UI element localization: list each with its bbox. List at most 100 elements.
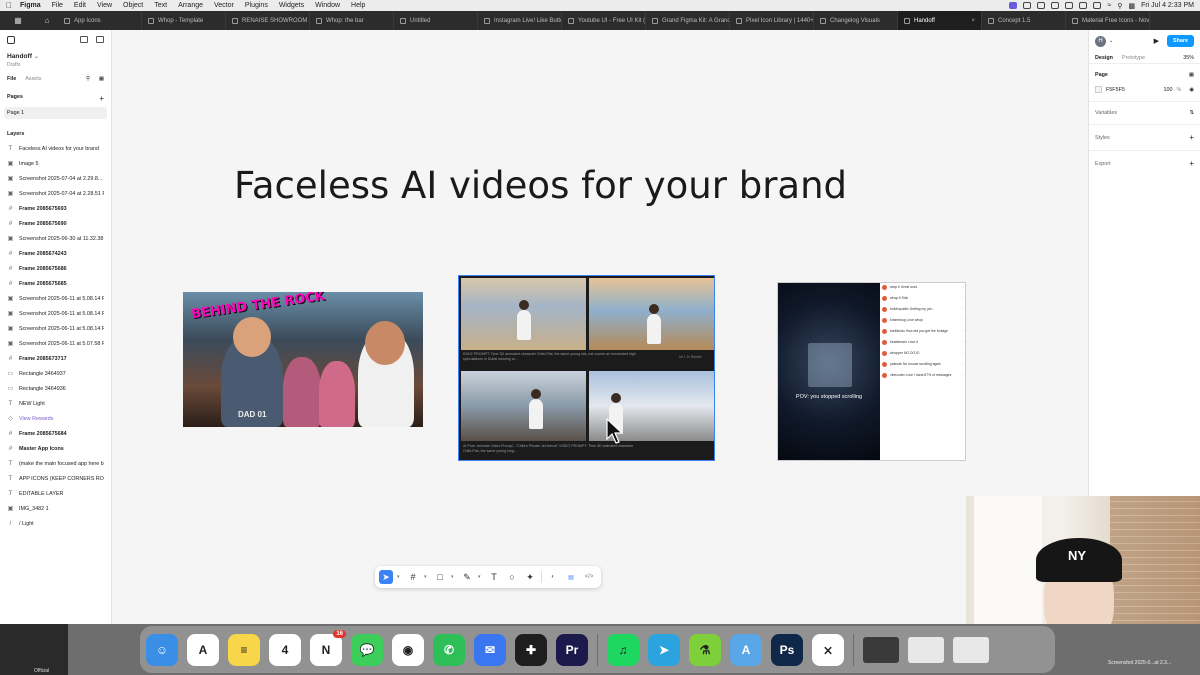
layer-row[interactable]: ▣ Screenshot 2025-07-04 at 2.29.8... xyxy=(7,171,104,186)
wifi-icon[interactable]: ≈ xyxy=(1107,2,1111,9)
dock-calendar-icon[interactable]: 4 xyxy=(269,633,301,666)
menu-object[interactable]: Object xyxy=(123,2,143,9)
menu-widgets[interactable]: Widgets xyxy=(279,2,304,9)
layer-row[interactable]: ◇ View Rewards xyxy=(7,411,104,426)
add-export-icon[interactable]: + xyxy=(1189,159,1194,168)
tab-app-icons[interactable]: App Icons xyxy=(58,11,142,30)
status-app-icon[interactable] xyxy=(1065,2,1074,9)
present-play-icon[interactable]: ▶ xyxy=(1154,37,1159,45)
layer-row[interactable]: ▣ Screenshot 2025-07-04 at 2.28.51 PM xyxy=(7,186,104,201)
avatar[interactable]: H xyxy=(1095,35,1106,47)
menu-window[interactable]: Window xyxy=(315,2,340,9)
layer-row[interactable]: ▣ Screenshot 2025-06-11 at 5.08.14 PM xyxy=(7,306,104,321)
eye-icon[interactable]: ◉ xyxy=(1189,87,1194,93)
tab-whop-the-bar[interactable]: Whop: the bar xyxy=(310,11,394,30)
design-mode-icon[interactable]: ▤ xyxy=(564,570,578,584)
apple-icon[interactable]:  xyxy=(6,1,12,10)
layer-row[interactable]: ▭ Rectangle 3464936 xyxy=(7,381,104,396)
menu-edit[interactable]: Edit xyxy=(74,2,86,9)
page-color-value[interactable]: F5F5F5 xyxy=(1106,87,1125,93)
tool-dropdown-caret-icon[interactable]: ▾ xyxy=(478,574,483,580)
layer-row[interactable]: T NEW Light xyxy=(7,396,104,411)
search-layers-icon[interactable]: ⚲ xyxy=(86,76,90,82)
menu-app-name[interactable]: Figma xyxy=(20,2,41,9)
tab-pixel-icon-library-1440-ic[interactable]: Pixel Icon Library | 1440+ Ic xyxy=(730,11,814,30)
notion-status-icon[interactable] xyxy=(1079,2,1088,9)
menu-help[interactable]: Help xyxy=(351,2,365,9)
tab-renaise-showroom-bra[interactable]: RENAISE SHOWROOM / BRA xyxy=(226,11,310,30)
dock-maps-icon[interactable]: A xyxy=(730,633,762,666)
main-menu-icon[interactable] xyxy=(7,36,15,44)
dock-notion-icon[interactable]: N 16 xyxy=(310,629,346,666)
tab-grand-figma-kit-a-grand-th[interactable]: Grand Figma Kit: A Grand Th xyxy=(646,11,730,30)
layer-row[interactable]: # Master App Icons xyxy=(7,441,104,456)
actions-tool-icon[interactable]: ✦ xyxy=(523,570,537,584)
chevron-down-icon[interactable]: ⌄ xyxy=(1109,38,1113,44)
menu-view[interactable]: View xyxy=(97,2,112,9)
layer-row[interactable]: ▣ Screenshot 2025-06-11 at 5.07.58 PM xyxy=(7,336,104,351)
video-cell[interactable] xyxy=(461,278,586,350)
layer-row[interactable]: # Frame 2085675686 xyxy=(7,261,104,276)
layer-row[interactable]: ▭ Rectangle 3464937 xyxy=(7,366,104,381)
dock-premiere-icon[interactable]: Pr xyxy=(556,633,588,666)
layer-row[interactable]: # Frame 2085674243 xyxy=(7,246,104,261)
close-tab-icon[interactable]: × xyxy=(971,18,975,24)
pen-tool-icon[interactable]: ✎ xyxy=(460,570,474,584)
screen-record-icon[interactable] xyxy=(1009,2,1018,9)
add-style-icon[interactable]: + xyxy=(1189,133,1194,142)
variables-settings-icon[interactable]: ⇅ xyxy=(1189,110,1194,116)
canvas-headline[interactable]: Faceless AI videos for your brand xyxy=(234,164,847,207)
page-item-page-1[interactable]: Page 1 xyxy=(4,107,107,119)
dock-chrome-icon[interactable]: ◉ xyxy=(392,633,424,666)
draw-mode-icon[interactable]: ◐ xyxy=(546,570,560,584)
shape-tool-icon[interactable]: □ xyxy=(433,570,447,584)
menu-file[interactable]: File xyxy=(52,2,63,9)
layer-row[interactable]: # Frame 2085673717 xyxy=(7,351,104,366)
tab-file[interactable]: File xyxy=(7,76,16,82)
video-cell[interactable] xyxy=(461,371,586,441)
menu-arrange[interactable]: Arrange xyxy=(178,2,203,9)
figma-menu-icon[interactable]: ▦ xyxy=(0,11,36,30)
tab-assets[interactable]: Assets xyxy=(25,76,41,82)
tab-handoff[interactable]: Handoff × xyxy=(898,11,982,30)
layer-row[interactable]: ▣ Screenshot 2025-06-30 at 11.32.38 PM xyxy=(7,231,104,246)
menu-clock[interactable]: Fri Jul 4 2:33 PM xyxy=(1141,2,1194,9)
layer-row[interactable]: # Frame 2085675693 xyxy=(7,201,104,216)
dev-mode-icon[interactable]: </> xyxy=(582,570,596,584)
layer-row[interactable]: ▣ IMG_3482 1 xyxy=(7,501,104,516)
control-center-icon[interactable]: ▩ xyxy=(1128,2,1135,10)
video-cell[interactable] xyxy=(589,278,714,350)
dock-spotify-icon[interactable]: ♫ xyxy=(607,633,639,666)
dock-figma-icon[interactable]: ✚ xyxy=(515,633,547,666)
file-location[interactable]: Drafts xyxy=(7,62,104,68)
dock-minimized-window[interactable] xyxy=(863,636,899,663)
sidebar-toggle-icon[interactable] xyxy=(96,36,104,43)
tool-dropdown-caret-icon[interactable]: ▾ xyxy=(424,574,429,580)
dock-messages-icon[interactable]: 💬 xyxy=(351,633,383,666)
tab-whop-template[interactable]: Whop - Template xyxy=(142,11,226,30)
dock-whatsapp-icon[interactable]: ✆ xyxy=(433,633,465,666)
file-name[interactable]: Handoff ⌄ xyxy=(7,52,104,60)
menu-text[interactable]: Text xyxy=(154,2,167,9)
dock-minimized-window[interactable] xyxy=(908,636,944,663)
dock-notes-icon[interactable]: ≡ xyxy=(228,633,260,666)
layer-row[interactable]: T APP ICONS (KEEP CORNERS ROUNDE xyxy=(7,471,104,486)
layer-row[interactable]: ▣ Screenshot 2025-06-11 at 5.08.14 PM xyxy=(7,321,104,336)
tab-design[interactable]: Design xyxy=(1095,55,1113,61)
pov-comments-thumbnail[interactable]: POV: you stopped scrolling wtop.fi Great… xyxy=(777,282,966,461)
dock-photoshop-icon[interactable]: Ps xyxy=(771,633,803,666)
menu-plugins[interactable]: Plugins xyxy=(245,2,268,9)
status-app-icon[interactable] xyxy=(1023,2,1032,9)
dock-affinity-icon[interactable]: A xyxy=(187,633,219,666)
screenshot-file-label[interactable]: Screenshot 2025-0...at 2.3... xyxy=(1108,660,1171,666)
move-tool-icon[interactable]: ➤ xyxy=(379,570,393,584)
tool-dropdown-caret-icon[interactable]: ▾ xyxy=(397,574,402,580)
page-opacity-value[interactable]: 100 xyxy=(1163,87,1172,93)
toggle-ui-icon[interactable] xyxy=(80,36,88,43)
tool-dropdown-caret-icon[interactable]: ▾ xyxy=(451,574,456,580)
status-app-icon[interactable] xyxy=(1051,2,1060,9)
tab-untitled[interactable]: Untitled xyxy=(394,11,478,30)
dock-script-editor-icon[interactable]: ⚗ xyxy=(689,633,721,666)
add-page-icon[interactable]: + xyxy=(99,94,104,103)
animated-family-car-thumbnail[interactable]: BEHIND THE ROCK DAD 01 xyxy=(183,292,423,427)
